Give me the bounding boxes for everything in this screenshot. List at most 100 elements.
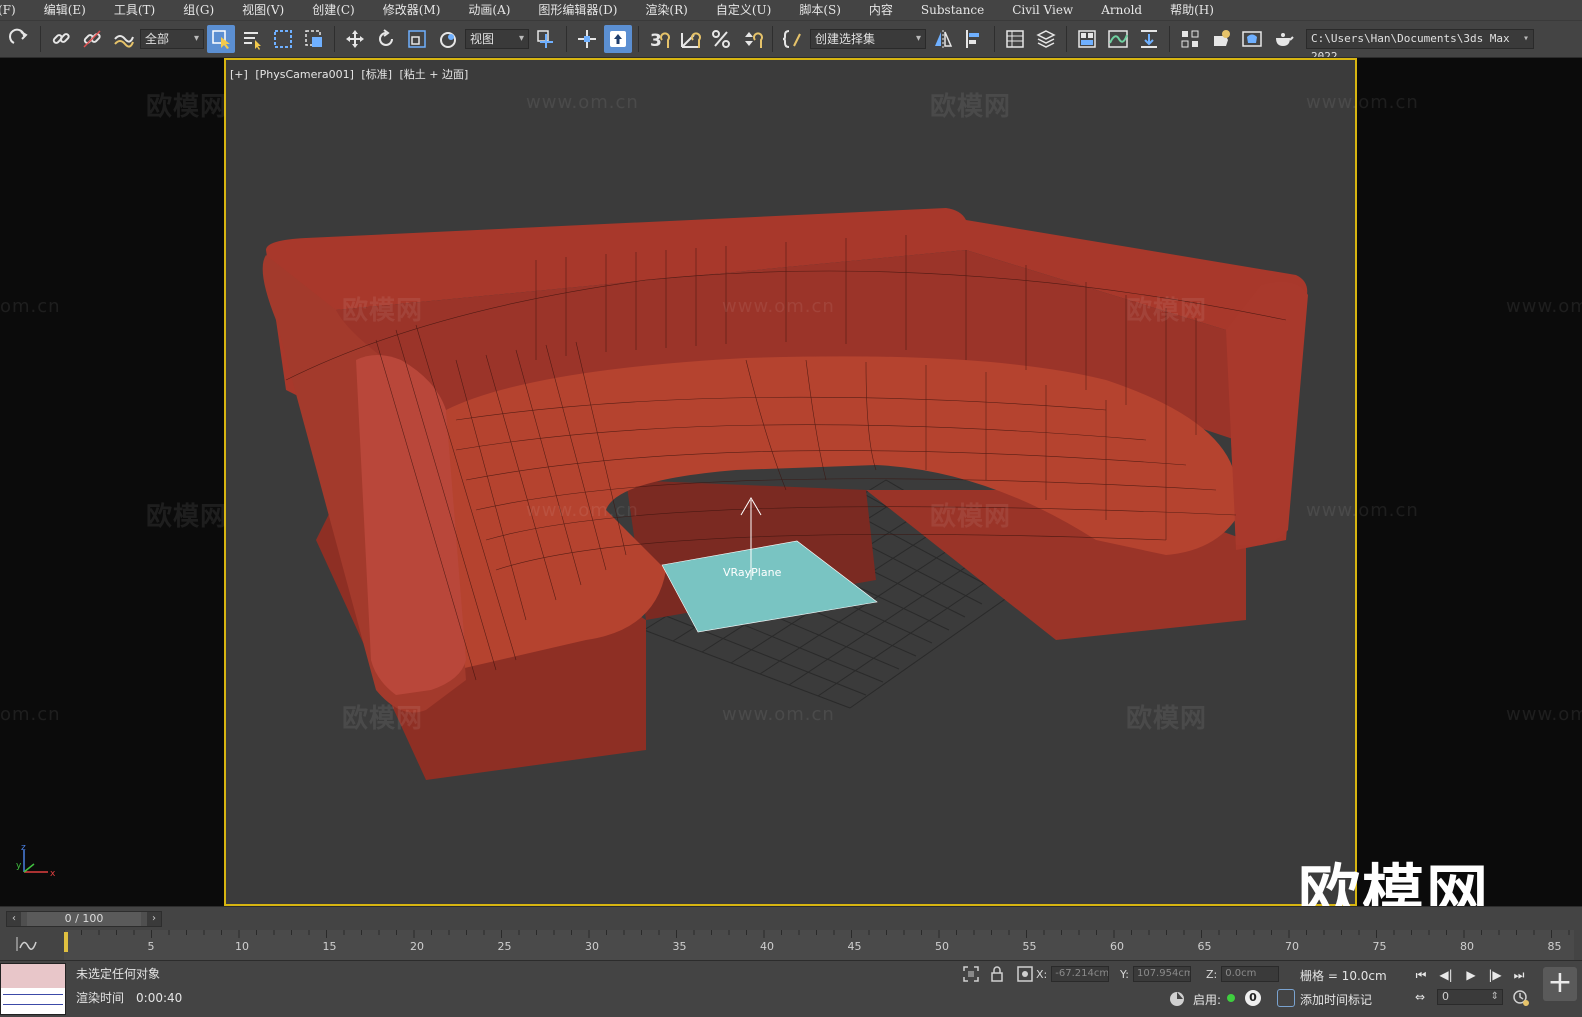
current-frame-spinner[interactable]: 0 (1437, 989, 1503, 1005)
snaps-toggle-button[interactable]: 3 (645, 25, 673, 53)
key-mode-toggle[interactable]: ⇔ (1410, 989, 1430, 1005)
coord-y-field[interactable]: 107.954cm (1132, 966, 1191, 982)
watermark-url: om.cn (0, 296, 61, 317)
link-button[interactable] (47, 25, 75, 53)
perspective-viewport[interactable]: VRayPlane [+] [PhysCamera001] [标准] [粘土 +… (224, 58, 1357, 906)
rectangular-selection-button[interactable] (269, 25, 297, 53)
named-selection-set-dropdown[interactable]: 创建选择集 (810, 29, 926, 49)
listener-input[interactable] (1, 964, 65, 988)
redo-button[interactable] (6, 25, 34, 53)
viewport-mode-label[interactable]: [粘土 + 边面] (400, 68, 469, 81)
absolute-mode-icon[interactable] (1016, 965, 1034, 983)
move-button[interactable] (341, 25, 369, 53)
next-frame-arrow[interactable]: › (147, 912, 161, 926)
viewport-camera-label[interactable]: [PhysCamera001] (255, 68, 354, 81)
lock-icon[interactable] (988, 965, 1006, 983)
maxscript-listener[interactable] (0, 963, 66, 1015)
menu-item[interactable]: 自定义(U) (702, 0, 785, 20)
edit-named-selection-button[interactable] (779, 25, 807, 53)
prev-frame-arrow[interactable]: ‹ (7, 912, 21, 926)
toggle-ribbon-button[interactable] (1073, 25, 1101, 53)
status-indicator-dot (1227, 994, 1235, 1002)
select-object-button[interactable] (207, 25, 235, 53)
menu-item[interactable]: 编辑(E) (30, 0, 100, 20)
selection-filter-dropdown[interactable]: 全部 (140, 29, 204, 49)
menu-item[interactable]: 内容 (855, 0, 907, 20)
menu-item[interactable]: Arnold (1087, 0, 1156, 20)
watermark: 欧模网 (146, 92, 228, 122)
menu-item[interactable]: Civil View (998, 0, 1087, 20)
align-button[interactable] (960, 25, 988, 53)
coord-z-field[interactable]: 0.0cm (1221, 966, 1280, 982)
menu-item[interactable]: 渲染(R) (631, 0, 701, 20)
toolbar-separator (772, 26, 773, 52)
window-crossing-button[interactable] (300, 25, 328, 53)
project-path-dropdown[interactable]: C:\Users\Han\Documents\3ds Max 2022 (1306, 29, 1534, 57)
manipulate-icon (578, 30, 596, 48)
layers-icon (1036, 30, 1056, 48)
menu-item[interactable]: 工具(T) (100, 0, 169, 20)
curve-editor-icon (1108, 30, 1128, 48)
isolate-selection-icon[interactable] (962, 965, 980, 983)
select-manipulate-button[interactable] (573, 25, 601, 53)
scale-button[interactable] (403, 25, 431, 53)
go-to-end-button[interactable]: ⏭ (1509, 967, 1529, 983)
viewport-menu-plus[interactable]: [+] (230, 68, 248, 81)
track-bar[interactable]: 5 10 15 20 25 30 35 40 45 50 55 60 65 70 75 80 85 (64, 930, 1574, 960)
add-time-tag-label[interactable]: 添加时间标记 (1300, 991, 1372, 1008)
menu-item[interactable]: 帮助(H) (1156, 0, 1228, 20)
select-by-name-button[interactable] (238, 25, 266, 53)
mini-curve-editor-icon[interactable] (14, 934, 40, 954)
next-frame-button[interactable]: |▶ (1485, 967, 1505, 983)
menu-item[interactable]: Substance (907, 0, 998, 20)
placement-button[interactable] (434, 25, 462, 53)
menu-item[interactable]: 图形编辑器(D) (524, 0, 631, 20)
spinner-snap-button[interactable] (738, 25, 766, 53)
menu-item[interactable]: (F) (0, 0, 30, 20)
viewport-shading-label[interactable]: [标准] (361, 68, 392, 81)
coord-x-field[interactable]: -67.214cm (1051, 966, 1110, 982)
adaptive-degradation-icon[interactable] (1168, 990, 1186, 1008)
scene-canvas[interactable]: VRayPlane (226, 60, 1359, 908)
menu-item[interactable]: 视图(V) (228, 0, 298, 20)
space-warp-icon (114, 35, 134, 48)
maximize-viewport-toggle[interactable]: + (1543, 967, 1577, 1001)
rotate-button[interactable] (372, 25, 400, 53)
menu-item[interactable]: 组(G) (169, 0, 228, 20)
viewport-label[interactable]: [+] [PhysCamera001] [标准] [粘土 + 边面] (230, 66, 472, 82)
mirror-button[interactable] (929, 25, 957, 53)
layer-explorer-button[interactable] (1032, 25, 1060, 53)
percent-snap-button[interactable] (707, 25, 735, 53)
menu-item[interactable]: 脚本(S) (785, 0, 855, 20)
time-slider-value[interactable]: 0 / 100 (27, 912, 141, 926)
previous-frame-button[interactable]: ◀| (1436, 967, 1456, 983)
reference-coordinate-dropdown[interactable]: 视图 (465, 29, 529, 49)
material-editor-button[interactable] (1176, 25, 1204, 53)
enable-count-badge[interactable]: 0 (1245, 990, 1261, 1006)
menu-item[interactable]: 修改器(M) (369, 0, 455, 20)
render-production-button[interactable] (1269, 25, 1297, 53)
track-tick-label: 45 (848, 940, 862, 953)
unlink-button[interactable] (78, 25, 106, 53)
render-setup-button[interactable] (1207, 25, 1235, 53)
render-setup-icon (1214, 30, 1230, 46)
add-time-tag-icon[interactable] (1277, 989, 1295, 1007)
angle-snap-button[interactable] (676, 25, 704, 53)
curve-editor-button[interactable] (1104, 25, 1132, 53)
scene-explorer-button[interactable] (1001, 25, 1029, 53)
play-button[interactable]: ▶ (1461, 967, 1481, 983)
time-configuration-icon[interactable] (1512, 989, 1530, 1007)
menu-item[interactable]: 创建(C) (298, 0, 369, 20)
menu-item[interactable]: 动画(A) (454, 0, 524, 20)
scene-explorer-icon (1006, 30, 1024, 48)
watermark-url: www.om.cn (526, 500, 639, 521)
pivot-center-button[interactable] (532, 25, 560, 53)
keyboard-shortcut-toggle[interactable] (604, 25, 632, 53)
time-slider[interactable]: ‹ 0 / 100 › (6, 911, 162, 927)
go-to-start-button[interactable]: ⏮ (1411, 967, 1431, 983)
track-tick-label: 10 (235, 940, 249, 953)
schematic-view-button[interactable] (1135, 25, 1163, 53)
rendered-frame-window-button[interactable] (1238, 25, 1266, 53)
ribbon-icon (1078, 30, 1096, 48)
bind-space-warp-button[interactable] (109, 25, 137, 53)
